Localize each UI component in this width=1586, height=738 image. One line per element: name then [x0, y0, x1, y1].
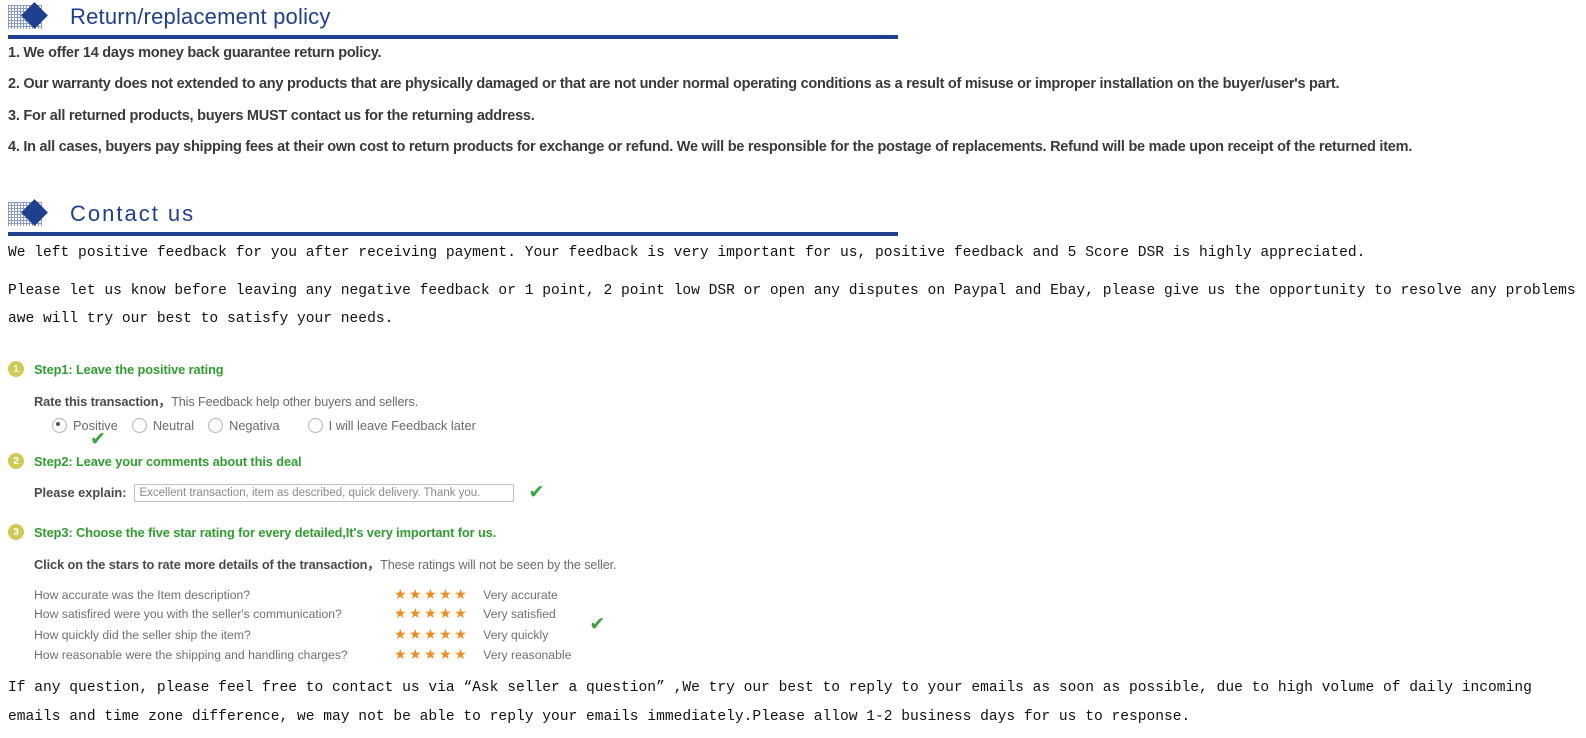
- click-stars-rest: These ratings will not be seen by the se…: [380, 558, 617, 573]
- rating-question: How satisfired were you with the seller'…: [34, 607, 342, 622]
- return-policy-divider: [8, 35, 898, 39]
- rating-radio-group: Positive Neutral Negativa I will leave F…: [34, 418, 1586, 449]
- star-rating-icon[interactable]: ★★★★★: [394, 625, 483, 647]
- policy-item-2: 2. Our warranty does not extended to any…: [8, 76, 1340, 93]
- rating-question: How accurate was the Item description?: [34, 588, 251, 603]
- step2-body: Please explain: ✔: [0, 483, 1586, 502]
- rating-label: Very quickly: [483, 627, 549, 642]
- rating-mark-cell: [593, 587, 609, 606]
- contact-us-heading-row: Contact us: [0, 197, 1586, 231]
- checkmark-icon: ✔: [90, 428, 106, 451]
- rate-transaction-bold: Rate this transaction，: [34, 394, 172, 410]
- step1-body: Rate this transaction，This Feedback help…: [0, 391, 1586, 449]
- rating-question: How quickly did the seller ship the item…: [34, 627, 251, 642]
- radio-negativa-icon[interactable]: [208, 418, 224, 434]
- radio-positive-icon[interactable]: [52, 418, 67, 434]
- radio-neutral-label: Neutral: [152, 418, 195, 434]
- checkmark-icon: ✔: [589, 613, 606, 636]
- closing-paragraph: If any question, please feel free to con…: [8, 680, 1532, 725]
- rating-label: Very satisfied: [483, 607, 556, 622]
- step1-header: 1 Step1: Leave the positive rating: [0, 361, 1586, 378]
- explain-label: Please explain:: [34, 485, 127, 501]
- blue-diamond-grid-icon: [8, 2, 64, 32]
- contact-us-title: Contact us: [70, 200, 196, 226]
- radio-feedback-later-label: I will leave Feedback later: [328, 418, 476, 434]
- rating-question: How reasonable were the shipping and han…: [34, 648, 348, 663]
- return-policy-heading-block: Return/replacement policy: [0, 0, 1586, 39]
- radio-option-positive[interactable]: Positive: [52, 418, 118, 434]
- blue-diamond-grid-icon: [8, 198, 64, 229]
- table-row: How quickly did the seller ship the item…: [34, 615, 609, 647]
- contact-us-divider: [8, 231, 898, 236]
- star-rating-icon[interactable]: ★★★★★: [394, 647, 483, 666]
- rating-mark-cell: [593, 647, 609, 666]
- step3-title: Step3: Choose the five star rating for e…: [34, 524, 497, 540]
- checkmark-icon: ✔: [528, 481, 545, 504]
- table-row: How satisfired were you with the seller'…: [34, 606, 609, 625]
- step3-header: 3 Step3: Choose the five star rating for…: [0, 524, 1586, 541]
- step3-body: Click on the stars to rate more details …: [0, 554, 1586, 666]
- table-row: How reasonable were the shipping and han…: [34, 647, 609, 666]
- click-stars-bold: Click on the stars to rate more details …: [34, 557, 381, 573]
- radio-option-feedback-later[interactable]: I will leave Feedback later: [307, 418, 476, 434]
- rate-transaction-rest: This Feedback help other buyers and sell…: [171, 395, 419, 410]
- radio-option-neutral[interactable]: Neutral: [131, 418, 195, 434]
- radio-option-negativa[interactable]: Negativa: [208, 418, 280, 434]
- policy-item-4: 4. In all cases, buyers pay shipping fee…: [8, 139, 1413, 156]
- explain-input[interactable]: [134, 483, 515, 502]
- contact-paragraph-1: We left positive feedback for you after …: [8, 244, 1366, 261]
- step2-badge: 2: [8, 453, 24, 470]
- step1-badge: 1: [8, 361, 24, 378]
- table-row: How accurate was the Item description? ★…: [34, 587, 609, 606]
- rating-label: Very reasonable: [483, 648, 572, 663]
- contact-paragraph-2: Please let us know before leaving any ne…: [8, 283, 1576, 328]
- radio-feedback-later-icon[interactable]: [307, 418, 323, 434]
- return-policy-title: Return/replacement policy: [70, 4, 331, 29]
- contact-us-heading-block: Contact us: [0, 197, 1586, 236]
- step1-title: Step1: Leave the positive rating: [34, 361, 224, 377]
- rating-mark-cell: ✔: [589, 615, 609, 647]
- rate-transaction-line: Rate this transaction，This Feedback help…: [34, 391, 1586, 410]
- policy-item-1: 1. We offer 14 days money back guarantee…: [8, 45, 382, 61]
- radio-neutral-icon[interactable]: [131, 418, 147, 434]
- click-stars-line: Click on the stars to rate more details …: [34, 554, 1586, 573]
- step2-header: 2 Step2: Leave your comments about this …: [0, 453, 1586, 470]
- star-rating-icon[interactable]: ★★★★★: [394, 587, 483, 606]
- policy-item-3: 3. For all returned products, buyers MUS…: [8, 107, 535, 124]
- return-policy-heading-row: Return/replacement policy: [0, 0, 1586, 34]
- star-rating-icon[interactable]: ★★★★★: [394, 606, 483, 625]
- detailed-ratings-table: How accurate was the Item description? ★…: [34, 587, 609, 666]
- return-policy-list: 1. We offer 14 days money back guarantee…: [0, 36, 1586, 159]
- rating-label: Very accurate: [483, 588, 558, 603]
- step3-badge: 3: [8, 524, 24, 541]
- step2-title: Step2: Leave your comments about this de…: [34, 453, 302, 469]
- radio-negativa-label: Negativa: [229, 418, 280, 434]
- explain-row: Please explain: ✔: [34, 483, 1586, 502]
